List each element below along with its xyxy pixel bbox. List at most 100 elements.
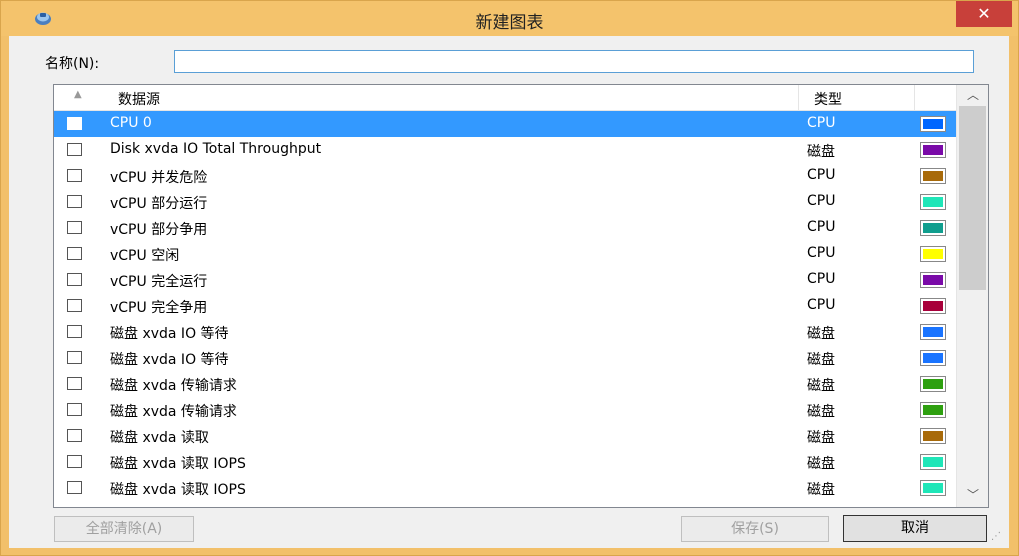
row-color-button[interactable] bbox=[920, 272, 946, 288]
color-swatch bbox=[923, 249, 943, 259]
clear-all-button[interactable]: 全部清除(A) bbox=[54, 516, 194, 542]
row-color-button[interactable] bbox=[920, 480, 946, 496]
row-color-button[interactable] bbox=[920, 298, 946, 314]
row-color-button[interactable] bbox=[920, 168, 946, 184]
row-color-button[interactable] bbox=[920, 428, 946, 444]
row-type-label: 磁盘 bbox=[807, 404, 835, 420]
row-checkbox[interactable] bbox=[67, 221, 82, 234]
name-input[interactable] bbox=[174, 50, 974, 73]
row-checkbox[interactable] bbox=[67, 195, 82, 208]
title-bar[interactable]: 新建图表 ✕ bbox=[1, 1, 1018, 36]
color-swatch bbox=[923, 405, 943, 415]
list-item[interactable]: vCPU 完全争用 CPU bbox=[54, 293, 956, 319]
list-item[interactable]: vCPU 完全运行 CPU bbox=[54, 267, 956, 293]
row-type-label: 磁盘 bbox=[807, 352, 835, 368]
color-swatch bbox=[923, 457, 943, 467]
row-checkbox[interactable] bbox=[67, 117, 82, 130]
list-item[interactable]: 磁盘 xvda 读取 IOPS 磁盘 bbox=[54, 449, 956, 475]
row-type-label: 磁盘 bbox=[807, 144, 835, 160]
row-type-label: 磁盘 bbox=[807, 430, 835, 446]
row-type-label: CPU bbox=[807, 167, 836, 183]
row-checkbox[interactable] bbox=[67, 325, 82, 338]
row-source-label: vCPU 完全运行 bbox=[110, 274, 208, 290]
dialog-title: 新建图表 bbox=[475, 13, 544, 33]
scroll-up-icon[interactable]: ︿ bbox=[957, 85, 988, 105]
row-color-button[interactable] bbox=[920, 350, 946, 366]
row-color-button[interactable] bbox=[920, 454, 946, 470]
row-type-label: CPU bbox=[807, 271, 836, 287]
color-swatch bbox=[923, 327, 943, 337]
list-item[interactable]: vCPU 并发危险 CPU bbox=[54, 163, 956, 189]
row-color-button[interactable] bbox=[920, 402, 946, 418]
row-checkbox[interactable] bbox=[67, 143, 82, 156]
row-color-button[interactable] bbox=[920, 194, 946, 210]
row-color-button[interactable] bbox=[920, 324, 946, 340]
color-swatch bbox=[923, 223, 943, 233]
list-item[interactable]: 磁盘 xvda 传输请求 磁盘 bbox=[54, 397, 956, 423]
color-swatch bbox=[923, 197, 943, 207]
list-item[interactable]: CPU 0 CPU bbox=[54, 111, 956, 137]
list-item[interactable]: 磁盘 xvda IO 等待 磁盘 bbox=[54, 319, 956, 345]
resize-grip-icon[interactable]: ⋰ bbox=[991, 531, 1001, 542]
row-checkbox[interactable] bbox=[67, 247, 82, 260]
row-checkbox[interactable] bbox=[67, 455, 82, 468]
list-item[interactable]: 磁盘 xvda IO 等待 磁盘 bbox=[54, 345, 956, 371]
save-button[interactable]: 保存(S) bbox=[681, 516, 829, 542]
color-swatch bbox=[923, 171, 943, 181]
row-source-label: 磁盘 xvda 读取 IOPS bbox=[110, 456, 246, 472]
color-swatch bbox=[923, 145, 943, 155]
row-color-button[interactable] bbox=[920, 246, 946, 262]
list-item[interactable]: Disk xvda IO Total Throughput 磁盘 bbox=[54, 137, 956, 163]
row-type-label: CPU bbox=[807, 115, 836, 131]
list-item[interactable]: vCPU 部分争用 CPU bbox=[54, 215, 956, 241]
list-item[interactable]: vCPU 空闲 CPU bbox=[54, 241, 956, 267]
cancel-button[interactable]: 取消 bbox=[843, 515, 987, 542]
sort-ascending-icon[interactable]: ▲ bbox=[74, 89, 82, 100]
row-source-label: Disk xvda IO Total Throughput bbox=[110, 141, 322, 157]
row-color-button[interactable] bbox=[920, 220, 946, 236]
list-item[interactable]: 磁盘 xvda 传输请求 磁盘 bbox=[54, 371, 956, 397]
row-type-label: 磁盘 bbox=[807, 378, 835, 394]
row-checkbox[interactable] bbox=[67, 429, 82, 442]
list-rows: CPU 0 CPU Disk xvda IO Total Throughput 磁盘 v… bbox=[54, 111, 956, 507]
row-source-label: vCPU 部分运行 bbox=[110, 196, 208, 212]
row-checkbox[interactable] bbox=[67, 481, 82, 494]
scroll-thumb[interactable] bbox=[959, 106, 986, 290]
row-checkbox[interactable] bbox=[67, 403, 82, 416]
row-source-label: vCPU 部分争用 bbox=[110, 222, 208, 238]
row-checkbox[interactable] bbox=[67, 377, 82, 390]
row-source-label: vCPU 并发危险 bbox=[110, 170, 208, 186]
scroll-down-icon[interactable]: ﹀ bbox=[957, 485, 988, 505]
column-header-type[interactable]: 类型 bbox=[814, 89, 842, 109]
row-source-label: 磁盘 xvda IO 等待 bbox=[110, 352, 229, 368]
row-checkbox[interactable] bbox=[67, 299, 82, 312]
row-source-label: 磁盘 xvda 传输请求 bbox=[110, 378, 237, 394]
row-type-label: 磁盘 bbox=[807, 456, 835, 472]
list-item[interactable]: 磁盘 xvda 读取 IOPS 磁盘 bbox=[54, 475, 956, 501]
row-checkbox[interactable] bbox=[67, 169, 82, 182]
data-source-list[interactable]: ▲ 数据源 类型 CPU 0 CPU Disk xvda IO Total Thro… bbox=[53, 84, 989, 508]
row-color-button[interactable] bbox=[920, 116, 946, 132]
color-swatch bbox=[923, 301, 943, 311]
vertical-scrollbar[interactable]: ︿ ﹀ bbox=[956, 85, 988, 507]
color-swatch bbox=[923, 483, 943, 493]
column-header-source[interactable]: 数据源 bbox=[118, 89, 160, 109]
column-divider bbox=[914, 85, 915, 110]
row-type-label: CPU bbox=[807, 297, 836, 313]
row-checkbox[interactable] bbox=[67, 351, 82, 364]
list-item[interactable]: 磁盘 xvda 读取 磁盘 bbox=[54, 423, 956, 449]
row-color-button[interactable] bbox=[920, 376, 946, 392]
row-type-label: CPU bbox=[807, 193, 836, 209]
color-swatch bbox=[923, 119, 943, 129]
close-button[interactable]: ✕ bbox=[956, 1, 1012, 27]
column-divider bbox=[798, 85, 799, 110]
name-label: 名称(N): bbox=[45, 56, 100, 72]
row-source-label: 磁盘 xvda IO 等待 bbox=[110, 326, 229, 342]
color-swatch bbox=[923, 431, 943, 441]
row-checkbox[interactable] bbox=[67, 273, 82, 286]
row-source-label: 磁盘 xvda 传输请求 bbox=[110, 404, 237, 420]
row-color-button[interactable] bbox=[920, 142, 946, 158]
row-source-label: 磁盘 xvda 读取 bbox=[110, 430, 209, 446]
list-item[interactable]: vCPU 部分运行 CPU bbox=[54, 189, 956, 215]
row-source-label: vCPU 完全争用 bbox=[110, 300, 208, 316]
